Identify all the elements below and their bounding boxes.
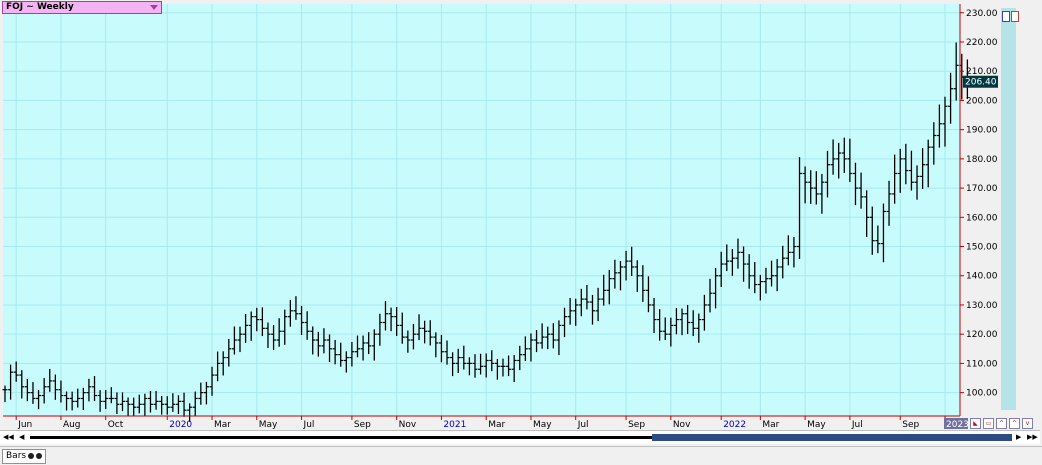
status-bar: Bars — [0, 446, 1042, 465]
x-tick-label: May — [807, 420, 826, 430]
y-tick-label: 180.00 — [966, 155, 998, 165]
symbol-title: FOJ ~ Weekly — [6, 2, 74, 12]
y-tick-label: 110.00 — [966, 359, 998, 369]
y-tick-label: 100.00 — [966, 389, 998, 399]
scale-alt-icon[interactable] — [1011, 11, 1019, 22]
y-tick-label: 170.00 — [966, 184, 998, 194]
x-tick-label: Nov — [673, 420, 691, 430]
x-tick-label: May — [259, 420, 278, 430]
dot-icon — [28, 452, 35, 459]
x-tick-label: Jul — [303, 420, 315, 430]
y-tick-label: 160.00 — [966, 213, 998, 223]
y-tick-label: 220.00 — [966, 38, 998, 48]
right-scale-strip — [1001, 8, 1016, 410]
scale-buttons — [1002, 7, 1020, 26]
y-tick-label: 120.00 — [966, 330, 998, 340]
y-tick-label: 190.00 — [966, 126, 998, 136]
x-tick-label: Jul — [851, 420, 863, 430]
dropdown-caret-icon[interactable] — [150, 5, 158, 10]
tool-box-icon[interactable]: ▭ — [983, 418, 994, 429]
x-tick-label: Jul — [577, 420, 589, 430]
x-tick-label: 2021 — [443, 420, 466, 430]
horizontal-scrollbar[interactable]: ◀◀ ◀ ▶ ▶▶ — [0, 430, 1040, 444]
x-tick-label: Nov — [399, 420, 417, 430]
tool-up-icon[interactable]: ^ — [996, 418, 1007, 429]
x-tick-label: 2023 — [946, 420, 969, 430]
x-tick-label: 2022 — [723, 420, 746, 430]
x-axis-ticks: Jun Aug Oct 2020 Mar May Jul Sep Nov 2021 Mar May Ju… — [15, 416, 969, 430]
x-tick-label: Jun — [17, 420, 32, 430]
y-tick-label: 200.00 — [966, 96, 998, 106]
tool-down-icon[interactable]: v — [1022, 418, 1033, 429]
x-tick-label: Sep — [628, 420, 645, 430]
x-tick-label: Mar — [214, 420, 231, 430]
last-price-tag: 206.40 — [963, 75, 998, 88]
y-tick-label: 130.00 — [966, 301, 998, 311]
price-tag-value: 206.40 — [965, 78, 997, 88]
scroll-thumb[interactable] — [652, 434, 1012, 441]
x-tick-label: 2020 — [169, 420, 192, 430]
scroll-left-icon[interactable]: ◀ — [19, 433, 24, 441]
y-tick-label: 210.00 — [966, 67, 998, 77]
x-tick-label: May — [533, 420, 552, 430]
tool-left-icon[interactable]: ◣ — [970, 418, 981, 429]
scroll-right-icon[interactable]: ▶ — [1016, 433, 1021, 441]
x-tick-label: Aug — [63, 420, 81, 430]
bars-tab[interactable]: Bars — [2, 449, 47, 464]
x-tick-label: Mar — [488, 420, 505, 430]
price-chart[interactable]: 100.00 110.00 120.00 130.00 140.00 150.00 160.… — [0, 0, 1042, 430]
x-tick-label: Sep — [354, 420, 371, 430]
dot-icon — [36, 452, 43, 459]
y-tick-label: 230.00 — [966, 9, 998, 19]
bars-tab-label: Bars — [6, 451, 27, 461]
plot-area[interactable] — [3, 4, 960, 416]
y-tick-label: 140.00 — [966, 272, 998, 282]
x-tick-label: Sep — [902, 420, 919, 430]
tool-up2-icon[interactable]: ^ — [1009, 418, 1020, 429]
scroll-far-left-icon[interactable]: ◀◀ — [3, 433, 14, 441]
scale-toggle-icon[interactable] — [1002, 11, 1010, 22]
y-axis-ticks: 100.00 110.00 120.00 130.00 140.00 150.00 160.… — [960, 9, 998, 399]
scroll-far-right-icon[interactable]: ▶▶ — [1027, 433, 1038, 441]
x-tick-label: Mar — [762, 420, 779, 430]
x-tick-label: Oct — [108, 420, 124, 430]
y-tick-label: 150.00 — [966, 243, 998, 253]
symbol-selector[interactable]: FOJ ~ Weekly — [2, 1, 162, 14]
